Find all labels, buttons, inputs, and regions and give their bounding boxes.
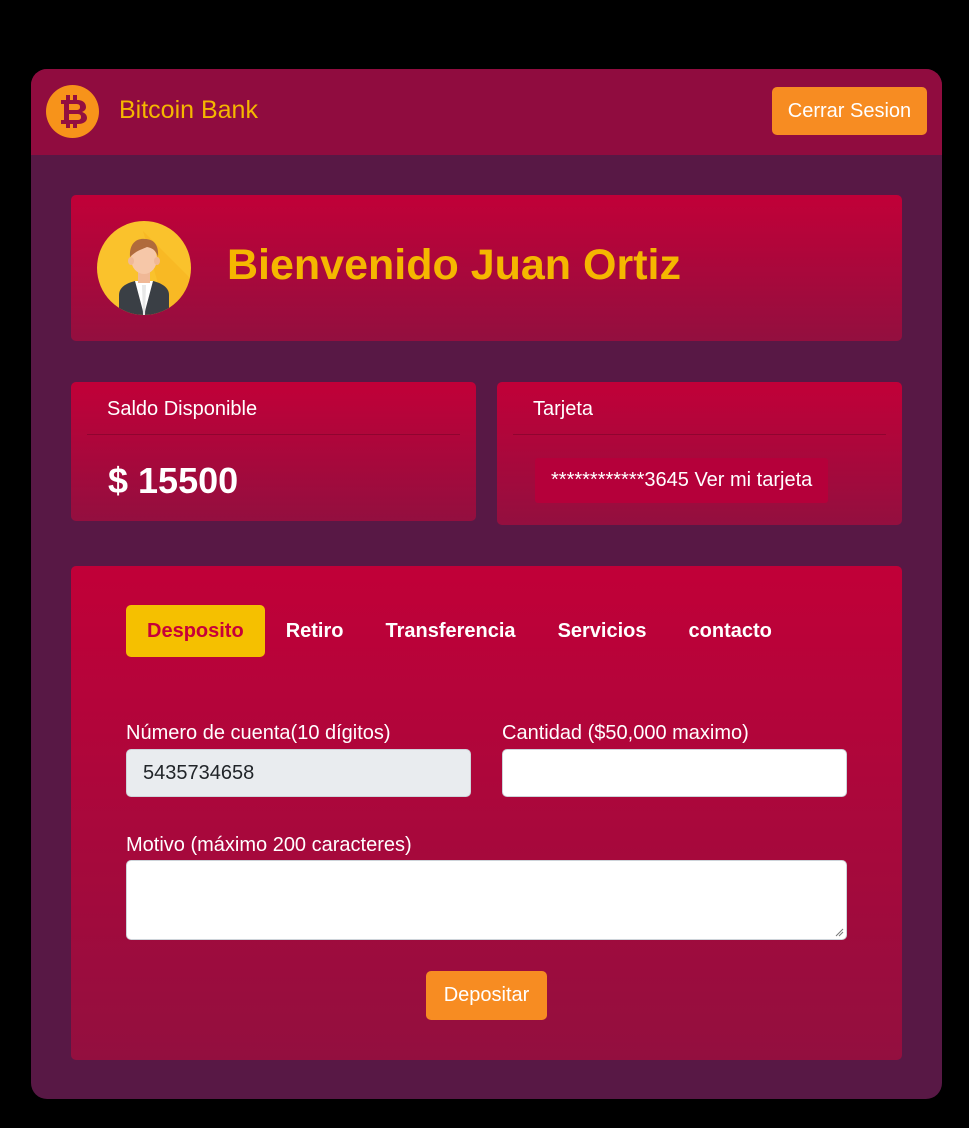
tab-retiro[interactable]: Retiro bbox=[265, 605, 365, 657]
deposit-submit-button[interactable]: Depositar bbox=[426, 971, 547, 1020]
reason-label: Motivo (máximo 200 caracteres) bbox=[126, 834, 412, 856]
operations-tabs: Desposito Retiro Transferencia Servicios… bbox=[126, 605, 793, 657]
balance-card-title: Saldo Disponible bbox=[87, 382, 460, 435]
amount-label: Cantidad ($50,000 maximo) bbox=[502, 722, 749, 744]
reason-textarea[interactable] bbox=[126, 860, 847, 940]
tab-servicios[interactable]: Servicios bbox=[537, 605, 668, 657]
welcome-heading: Bienvenido Juan Ortiz bbox=[227, 241, 681, 289]
welcome-card: Bienvenido Juan Ortiz bbox=[71, 195, 902, 341]
balance-card: Saldo Disponible $ 15500 bbox=[71, 382, 476, 521]
card-info-title: Tarjeta bbox=[513, 382, 886, 435]
logout-button[interactable]: Cerrar Sesion bbox=[772, 87, 927, 135]
brand-name[interactable]: Bitcoin Bank bbox=[119, 95, 258, 125]
tab-deposito[interactable]: Desposito bbox=[126, 605, 265, 657]
balance-amount: $ 15500 bbox=[108, 460, 239, 501]
amount-field[interactable] bbox=[502, 749, 847, 797]
navbar: Bitcoin Bank Cerrar Sesion bbox=[31, 69, 942, 155]
app-window: Bitcoin Bank Cerrar Sesion Bienvenido Ju… bbox=[31, 69, 942, 1099]
tab-transferencia[interactable]: Transferencia bbox=[364, 605, 536, 657]
tab-contacto[interactable]: contacto bbox=[668, 605, 793, 657]
user-avatar-icon bbox=[97, 221, 191, 315]
card-info-card: Tarjeta ************3645 Ver mi tarjeta bbox=[497, 382, 902, 525]
account-number-label: Número de cuenta(10 dígitos) bbox=[126, 722, 391, 744]
resize-handle-icon[interactable] bbox=[834, 927, 844, 937]
view-card-link[interactable]: ************3645 Ver mi tarjeta bbox=[535, 458, 829, 503]
bitcoin-icon bbox=[46, 85, 99, 138]
account-number-field[interactable]: 5435734658 bbox=[126, 749, 471, 797]
operations-card: Desposito Retiro Transferencia Servicios… bbox=[71, 566, 902, 1060]
